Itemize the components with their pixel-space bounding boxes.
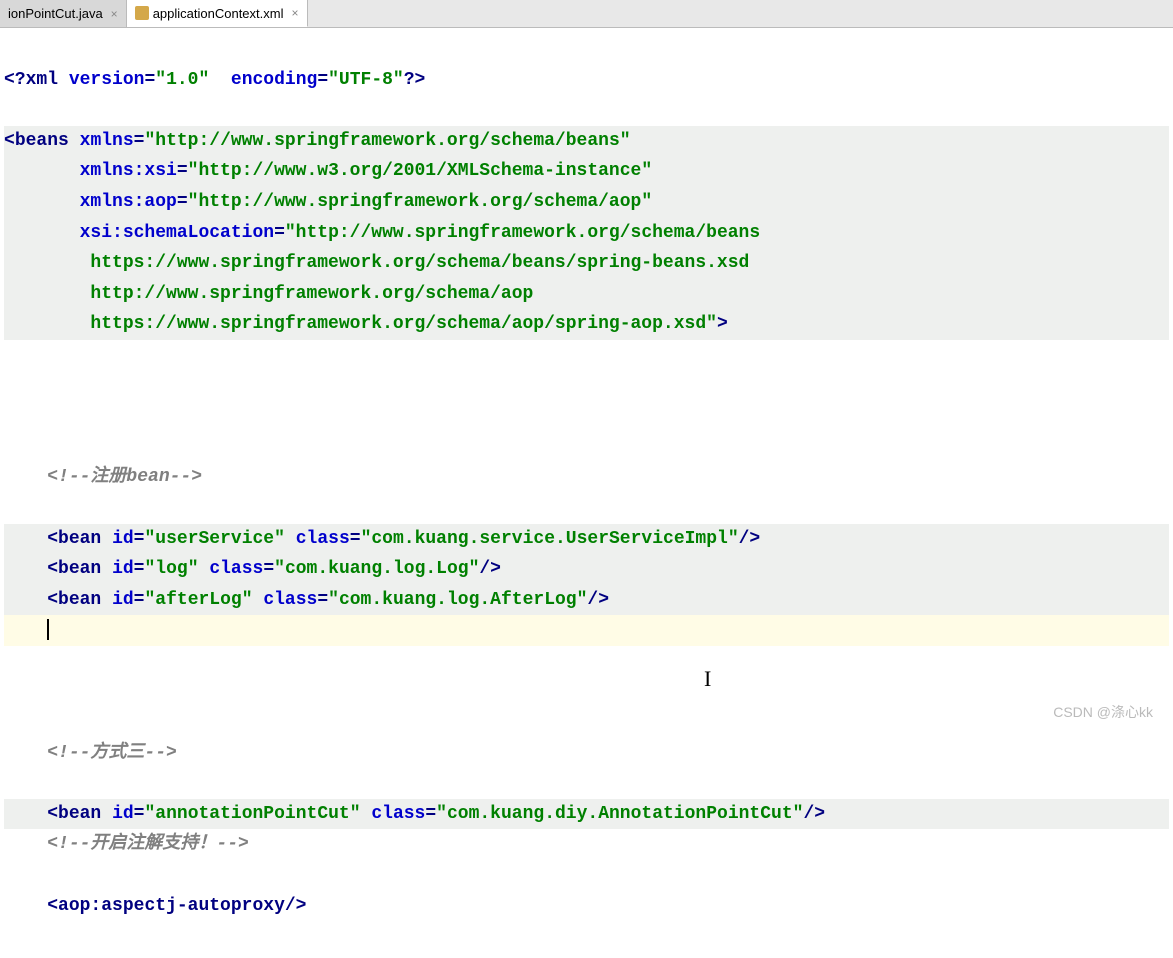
- tab-label: applicationContext.xml: [153, 6, 284, 21]
- comment-method-three: <!--方式三-->: [47, 743, 177, 763]
- xml-file-icon: [135, 6, 149, 20]
- current-line: [4, 615, 1169, 646]
- text-cursor-icon: I: [704, 666, 711, 692]
- tab-xml-file[interactable]: applicationContext.xml ×: [127, 0, 308, 27]
- code-editor[interactable]: <?xml version="1.0" encoding="UTF-8"?> <…: [0, 28, 1173, 958]
- tab-java-file[interactable]: ionPointCut.java ×: [0, 0, 127, 27]
- close-icon[interactable]: ×: [291, 6, 298, 20]
- tab-label: ionPointCut.java: [8, 6, 103, 21]
- comment-register-bean: <!--注册bean-->: [47, 467, 202, 487]
- editor-tabs: ionPointCut.java × applicationContext.xm…: [0, 0, 1173, 28]
- watermark: CSDN @涤心kk: [1053, 702, 1153, 722]
- text-caret: [47, 619, 49, 641]
- close-icon[interactable]: ×: [111, 7, 118, 21]
- comment-enable-annotation: <!--开启注解支持！-->: [47, 834, 249, 854]
